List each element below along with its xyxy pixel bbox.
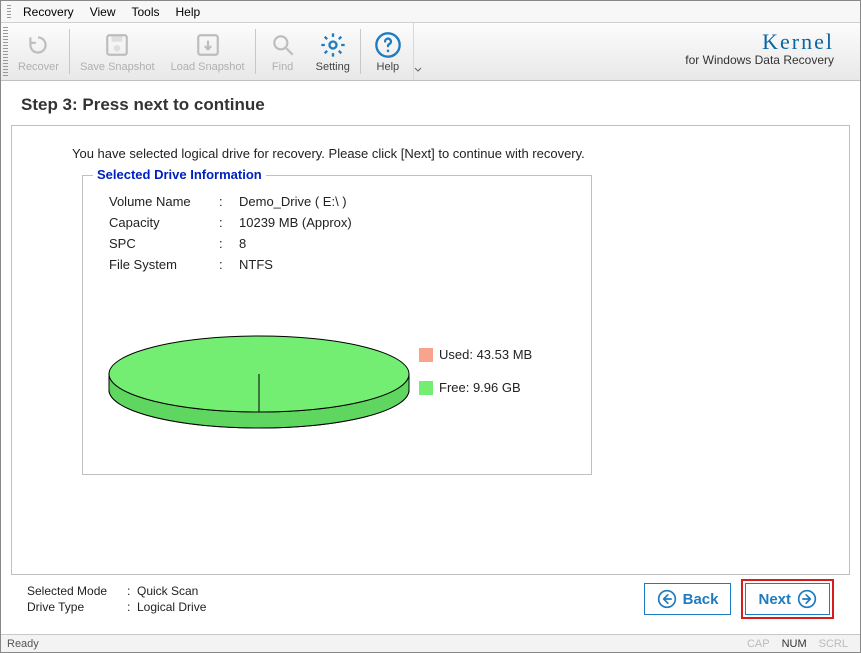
mode-value: Quick Scan (137, 583, 198, 599)
brand: Kernel for Windows Data Recovery (685, 29, 834, 68)
chart-legend: Used: 43.53 MB Free: 9.96 GB (419, 341, 532, 413)
toolbar-grip (3, 27, 8, 76)
legend-free: Free: 9.96 GB (419, 380, 532, 395)
main-content: Step 3: Press next to continue You have … (1, 81, 860, 617)
disk-usage-chart-row: Used: 43.53 MB Free: 9.96 GB (99, 312, 575, 442)
recover-label: Recover (18, 61, 59, 73)
load-snapshot-button[interactable]: Load Snapshot (163, 23, 253, 80)
menu-help[interactable]: Help (168, 3, 209, 21)
info-value: 10239 MB (Approx) (239, 215, 575, 230)
drive-info-fieldset: Selected Drive Information Volume Name:D… (82, 175, 592, 475)
drive-info-legend: Selected Drive Information (93, 167, 266, 182)
step-title: Step 3: Press next to continue (11, 91, 850, 125)
find-icon (269, 31, 297, 59)
next-label: Next (758, 591, 791, 608)
disk-usage-pie (99, 312, 419, 442)
drive-type-value: Logical Drive (137, 599, 206, 615)
toolbar-overflow[interactable] (413, 23, 423, 80)
wizard-footer: Selected Mode : Quick Scan Drive Type : … (11, 575, 850, 619)
wizard-panel: You have selected logical drive for reco… (11, 125, 850, 575)
toolbar-separator (360, 29, 361, 74)
load-snapshot-icon (194, 31, 222, 59)
next-button[interactable]: Next (745, 583, 830, 615)
recover-button[interactable]: Recover (10, 23, 67, 80)
arrow-left-icon (657, 589, 677, 609)
brand-name: Kernel (685, 29, 834, 54)
status-num: NUM (776, 638, 813, 650)
status-cap: CAP (741, 638, 776, 650)
info-label: Volume Name (109, 194, 219, 209)
menu-recovery[interactable]: Recovery (15, 3, 82, 21)
legend-swatch-free (419, 381, 433, 395)
save-snapshot-label: Save Snapshot (80, 61, 155, 73)
arrow-right-icon (797, 589, 817, 609)
recover-icon (24, 31, 52, 59)
toolbar-separator (69, 29, 70, 74)
help-label: Help (377, 61, 400, 73)
info-label: SPC (109, 236, 219, 251)
load-snapshot-label: Load Snapshot (171, 61, 245, 73)
info-value: NTFS (239, 257, 575, 272)
save-snapshot-button[interactable]: Save Snapshot (72, 23, 163, 80)
nav-buttons: Back Next (644, 579, 834, 619)
gear-icon (319, 31, 347, 59)
statusbar: Ready CAP NUM SCRL (1, 634, 860, 652)
chevron-down-icon (414, 66, 422, 74)
find-button[interactable]: Find (258, 23, 308, 80)
info-label: File System (109, 257, 219, 272)
menu-tools[interactable]: Tools (123, 3, 167, 21)
brand-tagline: for Windows Data Recovery (685, 54, 834, 68)
mode-label: Selected Mode (27, 583, 127, 599)
back-button[interactable]: Back (644, 583, 732, 615)
find-label: Find (272, 61, 293, 73)
menubar-grip (7, 5, 11, 19)
info-value: 8 (239, 236, 575, 251)
toolbar-separator (255, 29, 256, 74)
info-label: Capacity (109, 215, 219, 230)
legend-free-label: Free: 9.96 GB (439, 380, 521, 395)
instruction-text: You have selected logical drive for reco… (72, 146, 819, 161)
info-value: Demo_Drive ( E:\ ) (239, 194, 575, 209)
drive-type-label: Drive Type (27, 599, 127, 615)
status-scrl: SCRL (813, 638, 854, 650)
status-ready: Ready (7, 638, 39, 650)
toolbar: Recover Save Snapshot Load Snapshot Find… (1, 23, 860, 81)
setting-button[interactable]: Setting (308, 23, 358, 80)
next-button-highlight: Next (741, 579, 834, 619)
help-icon (374, 31, 402, 59)
legend-used: Used: 43.53 MB (419, 347, 532, 362)
menu-view[interactable]: View (82, 3, 124, 21)
save-snapshot-icon (103, 31, 131, 59)
back-label: Back (683, 591, 719, 608)
setting-label: Setting (316, 61, 350, 73)
drive-info-grid: Volume Name:Demo_Drive ( E:\ ) Capacity:… (109, 194, 575, 272)
help-button[interactable]: Help (363, 23, 413, 80)
footer-info: Selected Mode : Quick Scan Drive Type : … (27, 583, 206, 615)
menubar: Recovery View Tools Help (1, 1, 860, 23)
legend-swatch-used (419, 348, 433, 362)
legend-used-label: Used: 43.53 MB (439, 347, 532, 362)
